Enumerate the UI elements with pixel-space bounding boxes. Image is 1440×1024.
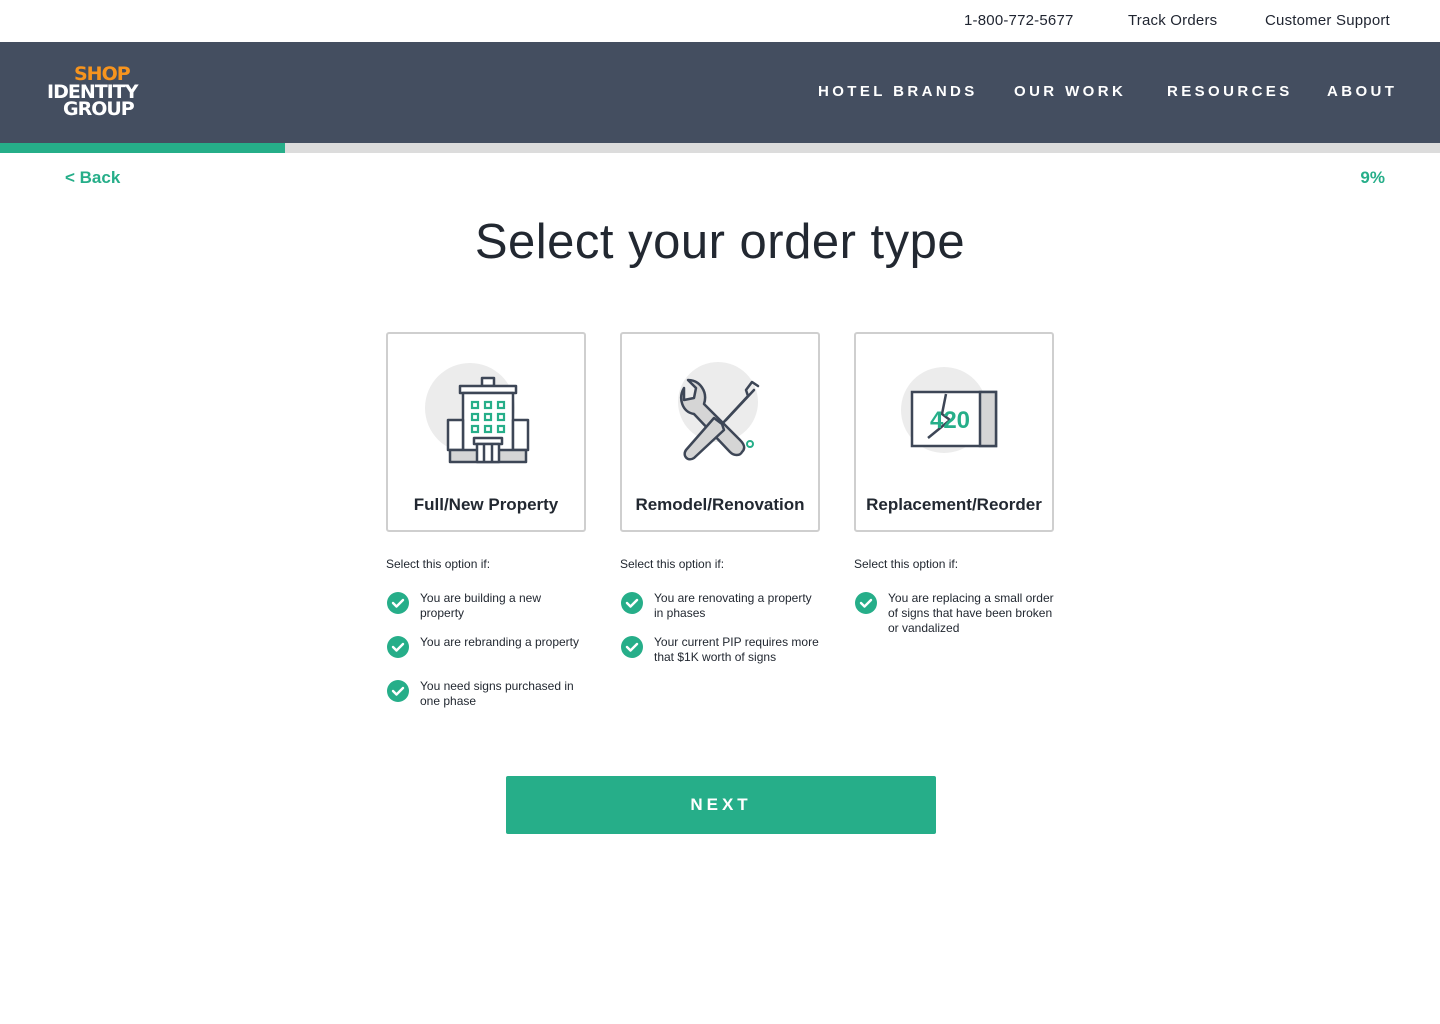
criteria-text: You are rebranding a property — [420, 635, 579, 649]
progress-track — [0, 143, 1440, 153]
check-circle-icon — [387, 592, 409, 614]
option-card-replacement-reorder[interactable]: 420 Replacement/Reorder — [854, 332, 1054, 532]
criteria-lead: Select this option if: — [854, 557, 959, 571]
criteria-text: Your current PIP requires more that $1K … — [654, 635, 819, 664]
check-circle-icon — [387, 636, 409, 658]
nav-our-work[interactable]: OUR WORK — [1014, 83, 1126, 100]
criteria-full-new-property: Select this option if: You are building … — [386, 557, 586, 723]
next-button[interactable]: NEXT — [506, 776, 936, 834]
customer-support-link[interactable]: Customer Support — [1265, 12, 1390, 29]
sign-number-text: 420 — [930, 407, 970, 434]
option-card-full-new-property[interactable]: Full/New Property — [386, 332, 586, 532]
shop-identity-group-logo[interactable]: SHOP IDENTITY GROUP — [46, 65, 138, 122]
list-item: You are rebranding a property — [386, 635, 586, 665]
utility-bar: 1-800-772-5677 Track Orders Customer Sup… — [0, 0, 1440, 42]
criteria-lead: Select this option if: — [386, 557, 491, 571]
option-label: Full/New Property — [413, 495, 559, 514]
wrench-screwdriver-icon — [622, 358, 818, 468]
progress-percent: 9% — [1360, 168, 1385, 187]
logo-line-group: GROUP — [63, 98, 135, 120]
list-item: You are building a new property — [386, 591, 586, 621]
criteria-text: You are renovating a property in phases — [654, 591, 812, 620]
criteria-replacement-reorder: Select this option if: You are replacing… — [854, 557, 1054, 650]
criteria-text: You need signs purchased in one phase — [420, 679, 574, 708]
criteria-text: You are building a new property — [420, 591, 541, 620]
check-circle-icon — [855, 592, 877, 614]
main-header: SHOP IDENTITY GROUP HOTEL BRANDS OUR WOR… — [0, 42, 1440, 143]
hotel-building-icon — [388, 358, 584, 468]
option-label: Replacement/Reorder — [866, 495, 1042, 514]
back-link[interactable]: < Back — [65, 168, 120, 188]
list-item: Your current PIP requires more that $1K … — [620, 635, 820, 665]
option-card-remodel-renovation[interactable]: Remodel/Renovation — [620, 332, 820, 532]
option-label: Remodel/Renovation — [635, 495, 805, 514]
page-title: Select your order type — [474, 215, 966, 269]
criteria-text: You are replacing a small order of signs… — [888, 591, 1054, 635]
nav-resources[interactable]: RESOURCES — [1167, 83, 1293, 100]
check-circle-icon — [621, 636, 643, 658]
check-circle-icon — [621, 592, 643, 614]
nav-about[interactable]: ABOUT — [1327, 83, 1397, 100]
track-orders-link[interactable]: Track Orders — [1128, 12, 1217, 29]
nav-hotel-brands[interactable]: HOTEL BRANDS — [818, 83, 978, 100]
check-circle-icon — [387, 680, 409, 702]
list-item: You are renovating a property in phases — [620, 591, 820, 621]
list-item: You are replacing a small order of signs… — [854, 591, 1054, 636]
list-item: You need signs purchased in one phase — [386, 679, 586, 709]
broken-sign-icon: 420 — [856, 358, 1052, 468]
criteria-lead: Select this option if: — [620, 557, 725, 571]
phone-link[interactable]: 1-800-772-5677 — [964, 12, 1074, 29]
criteria-remodel-renovation: Select this option if: You are renovatin… — [620, 557, 820, 679]
progress-fill — [0, 143, 286, 153]
